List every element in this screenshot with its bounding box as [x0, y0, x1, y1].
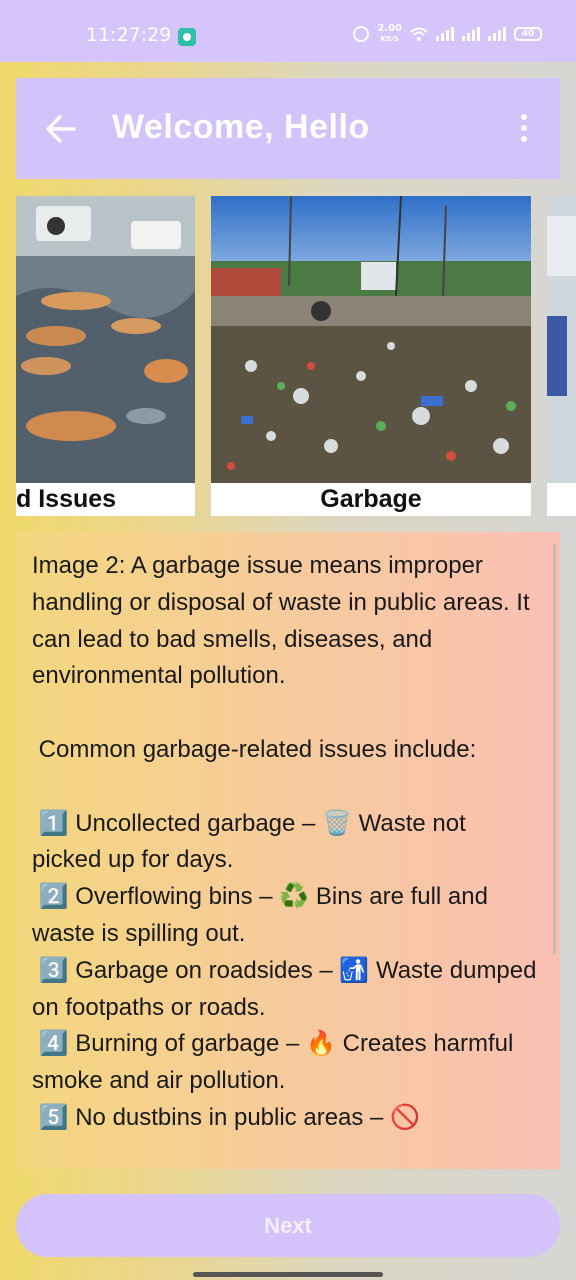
- status-bar: 11:27:29 2.00 KB/S 40: [0, 0, 576, 62]
- next-card-image: [547, 196, 576, 483]
- home-indicator[interactable]: [193, 1272, 383, 1277]
- network-speed-value: 2.00: [377, 23, 402, 34]
- alarm-icon: [353, 26, 370, 42]
- image-carousel[interactable]: d Issues Garbage: [0, 196, 576, 516]
- arrow-left-icon[interactable]: [44, 112, 78, 146]
- signal-icon-2: [488, 27, 506, 41]
- notification-app-icon: [178, 28, 196, 46]
- carousel-card-next-peek[interactable]: [547, 196, 576, 516]
- next-button[interactable]: Next: [16, 1194, 560, 1257]
- status-time: 11:27:29: [86, 24, 172, 46]
- signal-icon: [462, 27, 480, 41]
- description-text: Image 2: A garbage issue means improper …: [32, 552, 537, 1131]
- description-panel[interactable]: Image 2: A garbage issue means improper …: [16, 532, 560, 1169]
- carousel-card-road-issues[interactable]: d Issues: [16, 196, 195, 516]
- app-bar: Welcome, Hello: [16, 78, 560, 179]
- network-speed: 2.00 KB/S: [377, 24, 402, 44]
- page-title: Welcome, Hello: [112, 108, 370, 146]
- wifi-icon: [410, 27, 428, 41]
- road-issues-image: [16, 196, 195, 483]
- network-speed-unit: KB/S: [380, 35, 399, 43]
- status-icons: 2.00 KB/S 40: [353, 24, 542, 44]
- garbage-image: [211, 196, 531, 483]
- carousel-card-label: d Issues: [16, 485, 117, 513]
- battery-icon: 40: [514, 27, 542, 41]
- carousel-card-garbage[interactable]: Garbage: [211, 196, 531, 516]
- carousel-card-label: Garbage: [320, 485, 422, 513]
- scrollbar-thumb[interactable]: [553, 544, 556, 954]
- more-vert-icon[interactable]: [512, 114, 536, 144]
- volte-signal-icon: [436, 27, 454, 41]
